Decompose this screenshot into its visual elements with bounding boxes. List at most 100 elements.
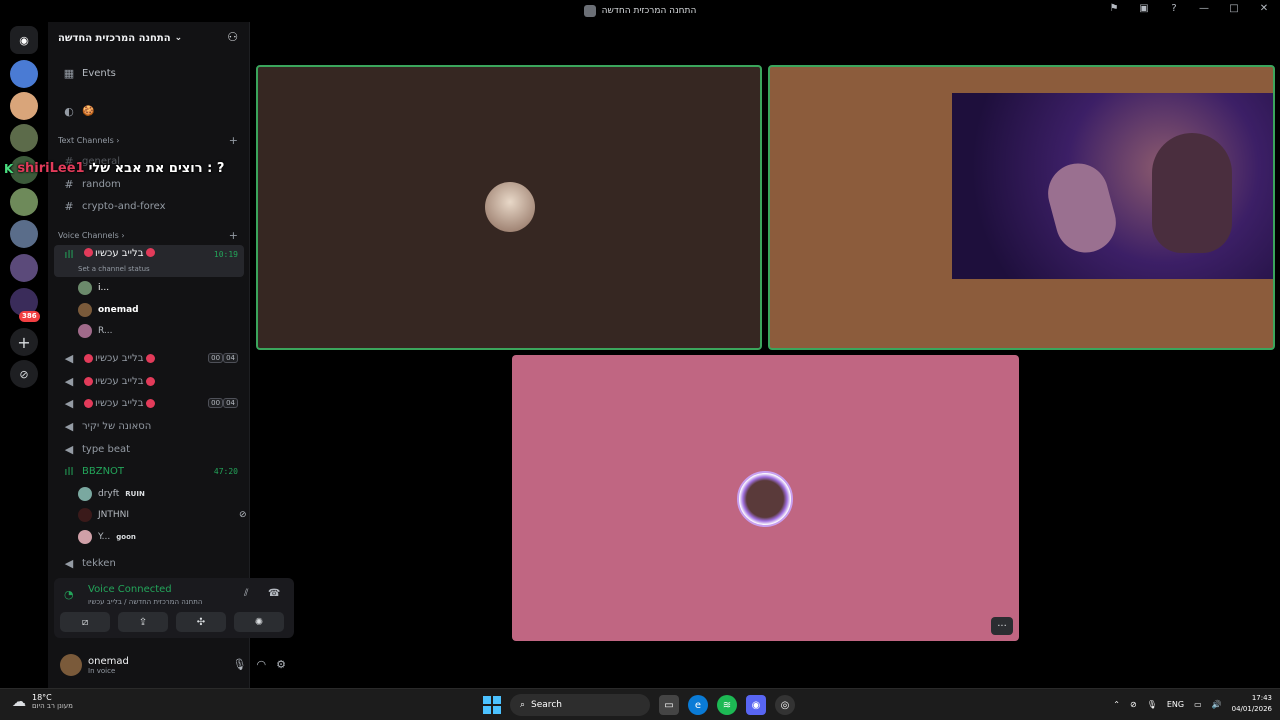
voice-channel[interactable]: ◀ בלייב עכשיו 00 04 bbox=[54, 393, 244, 413]
discord-icon[interactable]: ◉ bbox=[746, 695, 766, 715]
text-channels-category[interactable]: Text Channels › + bbox=[58, 134, 238, 147]
disconnect-icon[interactable]: ☎ bbox=[268, 588, 280, 599]
server-icon[interactable] bbox=[10, 60, 38, 88]
avatar bbox=[78, 487, 92, 501]
server-icon[interactable] bbox=[10, 220, 38, 248]
date: 04/01/2026 bbox=[1231, 705, 1272, 713]
gear-icon[interactable]: ⚙ bbox=[276, 658, 286, 671]
minimize-button[interactable]: — bbox=[1196, 3, 1212, 14]
discord-home-icon[interactable]: ◉ bbox=[10, 26, 38, 54]
task-view-icon[interactable]: ▭ bbox=[659, 695, 679, 715]
avatar bbox=[485, 182, 535, 232]
close-button[interactable]: ✕ bbox=[1256, 3, 1272, 14]
video-tile[interactable]: ··· bbox=[512, 355, 1019, 641]
activities-button[interactable]: ✣ bbox=[176, 612, 226, 632]
user-tag: RUIN bbox=[125, 490, 145, 498]
server-rail: ◉ 386 + ⊘ bbox=[0, 22, 48, 688]
server-icon[interactable] bbox=[10, 92, 38, 120]
speaker-icon: ◀ bbox=[64, 374, 74, 388]
hash-icon: # bbox=[64, 177, 74, 191]
channel-sidebar: התחנה המרכזית החדשה ⌄ ⚇ ▦ Events ◐ 🍪 Text C… bbox=[48, 22, 294, 688]
channel-crypto[interactable]: # crypto-and-forex bbox=[54, 196, 244, 216]
start-button[interactable] bbox=[483, 696, 501, 714]
user-limit-badge: 00 04 bbox=[208, 353, 238, 363]
server-icon[interactable] bbox=[10, 188, 38, 216]
browse-channels-item[interactable]: ◐ 🍪 bbox=[54, 101, 244, 121]
temperature: 18°C bbox=[32, 693, 52, 702]
voice-channels-category[interactable]: Voice Channels › + bbox=[58, 229, 238, 242]
voice-user[interactable]: dryft RUIN bbox=[78, 484, 145, 504]
voice-user[interactable]: i... bbox=[78, 278, 109, 298]
cookie-emoji: 🍪 bbox=[82, 105, 95, 117]
app-icon[interactable]: ◎ bbox=[775, 695, 795, 715]
video-tile-camera[interactable] bbox=[768, 65, 1275, 350]
chevron-up-icon[interactable]: ⌃ bbox=[1113, 700, 1120, 709]
user-name: JNTHNI bbox=[98, 510, 130, 520]
category-label: Voice Channels bbox=[58, 231, 119, 240]
title-bar: התחנה המרכזית החדשה ⚑ ▣ ? — □ ✕ bbox=[0, 0, 1280, 22]
channel-label: בלייב עכשיו bbox=[95, 375, 144, 387]
headphones-icon[interactable]: ◠ bbox=[257, 658, 267, 671]
invite-people-icon[interactable]: ⚇ bbox=[227, 30, 238, 44]
video-tile[interactable] bbox=[256, 65, 762, 350]
user-name: dryft bbox=[98, 489, 120, 499]
guild-name: התחנה המרכזית החדשה bbox=[58, 32, 171, 44]
more-options-button[interactable]: ··· bbox=[991, 617, 1013, 635]
signal-icon[interactable]: ◔ bbox=[64, 588, 74, 601]
discover-icon[interactable]: ⊘ bbox=[10, 360, 38, 388]
weather-widget[interactable]: ☁ 18°C מעונן רב היום bbox=[12, 693, 73, 710]
add-channel-icon[interactable]: + bbox=[229, 229, 238, 242]
events-label: Events bbox=[82, 67, 116, 79]
maximize-button[interactable]: □ bbox=[1226, 3, 1242, 14]
voice-channel[interactable]: ◀ tekken bbox=[54, 553, 244, 573]
guild-header[interactable]: התחנה המרכזית החדשה ⌄ ⚇ bbox=[48, 22, 250, 54]
avatar[interactable] bbox=[60, 654, 82, 676]
muted-icon[interactable]: ⊘ bbox=[1130, 700, 1137, 709]
clock[interactable]: 17:43 04/01/2026 bbox=[1232, 693, 1272, 715]
search-box[interactable]: ⌕ Search bbox=[510, 694, 650, 716]
voice-channel-active[interactable]: ıll בלייב עכשיו 10:19 Set a channel statu… bbox=[54, 245, 244, 277]
channel-label: הסאונה של יקיר bbox=[82, 420, 152, 432]
add-server-icon[interactable]: + bbox=[10, 328, 38, 356]
user-badge: K bbox=[4, 161, 14, 176]
voice-channel[interactable]: ◀ בלייב עכשיו 00 04 bbox=[54, 348, 244, 368]
voice-status-subtitle[interactable]: התחנה המרכזית החדשה / בלייב עכשיו bbox=[88, 598, 202, 606]
calendar-icon: ▦ bbox=[63, 66, 75, 80]
channel-label: בלייב עכשיו bbox=[95, 352, 144, 364]
avatar bbox=[737, 471, 793, 527]
noise-suppression-icon[interactable]: ⫽ bbox=[244, 588, 248, 599]
voice-channel[interactable]: ◀ בלייב עכשיו bbox=[54, 371, 244, 391]
language-indicator[interactable]: ENG bbox=[1167, 700, 1184, 709]
screen-share-button[interactable]: ⇪ bbox=[118, 612, 168, 632]
microphone-icon[interactable]: 🎙 bbox=[233, 658, 247, 671]
add-channel-icon[interactable]: + bbox=[229, 134, 238, 147]
voice-user[interactable]: Y... goon bbox=[78, 527, 136, 547]
edge-icon[interactable]: e bbox=[688, 695, 708, 715]
soundboard-button[interactable]: ✺ bbox=[234, 612, 284, 632]
voice-channel[interactable]: ◀ type beat bbox=[54, 439, 244, 459]
volume-icon[interactable]: 🔊 bbox=[1212, 700, 1222, 709]
speaker-icon: ◀ bbox=[64, 419, 74, 433]
inbox-icon[interactable]: ▣ bbox=[1136, 3, 1152, 14]
help-icon[interactable]: ? bbox=[1166, 3, 1182, 14]
voice-user[interactable]: onemad bbox=[78, 300, 139, 320]
network-icon[interactable]: ▭ bbox=[1194, 700, 1202, 709]
muted-icon: ⊘ bbox=[239, 510, 247, 520]
spotify-icon[interactable]: ≋ bbox=[717, 695, 737, 715]
set-status-link[interactable]: Set a channel status bbox=[78, 265, 150, 273]
avatar bbox=[78, 508, 92, 522]
channel-label: type beat bbox=[82, 443, 131, 455]
channel-label: tekken bbox=[82, 557, 116, 569]
channel-random[interactable]: # random bbox=[54, 174, 244, 194]
server-icon[interactable] bbox=[10, 124, 38, 152]
microphone-icon[interactable]: 🎙 bbox=[1147, 700, 1157, 709]
voice-user[interactable]: JNTHNI ⊘ bbox=[78, 505, 247, 525]
speaker-icon: ◀ bbox=[64, 351, 74, 365]
voice-user[interactable]: R... bbox=[78, 321, 113, 341]
events-item[interactable]: ▦ Events bbox=[54, 63, 244, 83]
flag-icon[interactable]: ⚑ bbox=[1106, 3, 1122, 14]
voice-channel[interactable]: ◀ הסאונה של יקיר bbox=[54, 416, 244, 436]
camera-button[interactable]: ⧄ bbox=[60, 612, 110, 632]
server-folder-icon[interactable] bbox=[10, 254, 38, 282]
voice-channel-bbznot[interactable]: ıll BBZNOT 47:20 bbox=[54, 461, 244, 481]
